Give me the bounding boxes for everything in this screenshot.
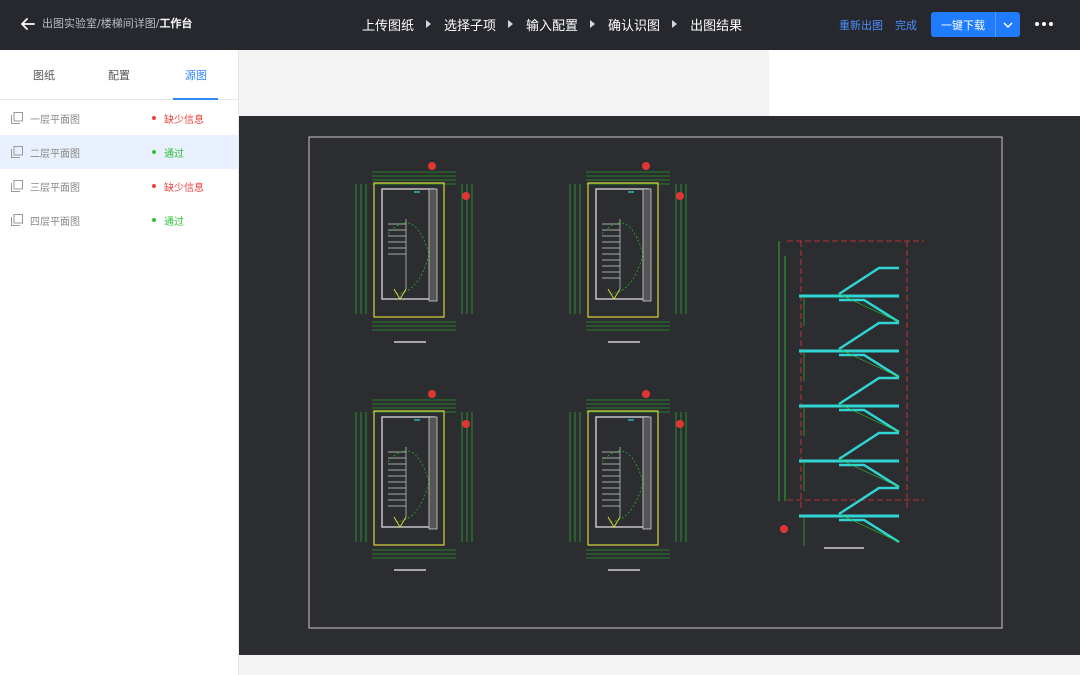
step-config[interactable]: 输入配置 — [526, 15, 578, 34]
stair-flight — [839, 353, 900, 379]
status-dot — [152, 218, 156, 222]
done-button[interactable]: 完成 — [895, 17, 917, 33]
stair-flight — [838, 431, 899, 461]
copy-icon — [11, 146, 23, 158]
copy-icon — [11, 214, 23, 226]
stair-flight — [838, 321, 899, 351]
tab-source[interactable]: 源图 — [185, 67, 207, 83]
status-dot — [152, 184, 156, 188]
status-badge: 缺少信息 — [164, 183, 204, 194]
breadcrumb-current: 工作台 — [159, 17, 193, 30]
sidebar: 图纸 配置 源图 一层平面图 缺少信息 二层平面图 通过 三层平面图 缺少信息 … — [0, 50, 239, 675]
step-confirm[interactable]: 确认识图 — [608, 15, 660, 34]
cad-drawing-viewer[interactable] — [239, 116, 1080, 655]
step-upload[interactable]: 上传图纸 — [362, 15, 414, 34]
sidebar-tabs: 图纸 配置 源图 — [0, 50, 238, 100]
status-dot — [152, 116, 156, 120]
step-arrow-icon — [590, 20, 596, 28]
step-navigation: 上传图纸 选择子项 输入配置 确认识图 出图结果 — [362, 14, 742, 34]
file-name: 二层平面图 — [30, 149, 80, 160]
status-badge: 通过 — [164, 149, 184, 160]
tab-config[interactable]: 配置 — [108, 67, 130, 83]
breadcrumb: 出图实验室/楼梯间详图/工作台 — [42, 16, 192, 32]
stair-flight — [839, 518, 900, 544]
status-badge: 缺少信息 — [164, 115, 204, 126]
list-item[interactable]: 四层平面图 通过 — [0, 203, 238, 237]
top-bar: 出图实验室/楼梯间详图/工作台 上传图纸 选择子项 输入配置 确认识图 出图结果… — [0, 0, 1080, 50]
floor-plan — [569, 390, 687, 571]
floor-plan — [355, 390, 473, 571]
copy-icon — [11, 180, 23, 192]
chevron-down-icon[interactable] — [996, 21, 1020, 29]
section-marker — [642, 390, 650, 398]
cad-drawing — [308, 136, 1003, 629]
status-dot — [152, 150, 156, 154]
section-marker — [428, 162, 436, 170]
floor-plan — [569, 162, 687, 343]
list-item[interactable]: 一层平面图 缺少信息 — [0, 101, 238, 135]
step-arrow-icon — [672, 20, 678, 28]
download-all-button[interactable]: 一键下载 — [931, 12, 1020, 37]
copy-icon — [11, 112, 23, 124]
file-name: 三层平面图 — [30, 183, 80, 194]
status-badge: 通过 — [164, 217, 184, 228]
file-name: 一层平面图 — [30, 115, 80, 126]
download-all-label: 一键下载 — [941, 18, 985, 32]
stair-flight — [838, 486, 899, 516]
arrow-left-icon[interactable] — [20, 14, 38, 34]
floor-plan — [355, 162, 473, 343]
stair-flight — [838, 376, 899, 406]
list-item[interactable]: 三层平面图 缺少信息 — [0, 169, 238, 203]
section-marker — [428, 390, 436, 398]
more-horizontal-icon[interactable] — [1035, 17, 1053, 31]
breadcrumb-item[interactable]: 楼梯间详图 — [101, 17, 156, 30]
stair-flight — [839, 298, 900, 324]
stair-flight — [839, 408, 900, 434]
step-result[interactable]: 出图结果 — [690, 15, 742, 34]
stair-flight — [838, 266, 899, 296]
section-marker — [462, 420, 470, 428]
section-marker — [780, 525, 788, 533]
section-marker — [676, 192, 684, 200]
stair-flight — [839, 463, 900, 489]
canvas-top-area — [769, 50, 1080, 116]
step-arrow-icon — [508, 20, 514, 28]
section-marker — [462, 192, 470, 200]
active-tab-indicator — [173, 98, 218, 100]
step-arrow-icon — [426, 20, 432, 28]
section-marker — [642, 162, 650, 170]
list-item[interactable]: 二层平面图 通过 — [0, 135, 238, 169]
step-select[interactable]: 选择子项 — [444, 15, 496, 34]
file-name: 四层平面图 — [30, 217, 80, 228]
tab-drawings[interactable]: 图纸 — [33, 67, 55, 83]
section-marker — [676, 420, 684, 428]
drawing-frame — [308, 136, 1003, 629]
redraw-button[interactable]: 重新出图 — [839, 17, 883, 33]
breadcrumb-item[interactable]: 出图实验室 — [42, 17, 97, 30]
